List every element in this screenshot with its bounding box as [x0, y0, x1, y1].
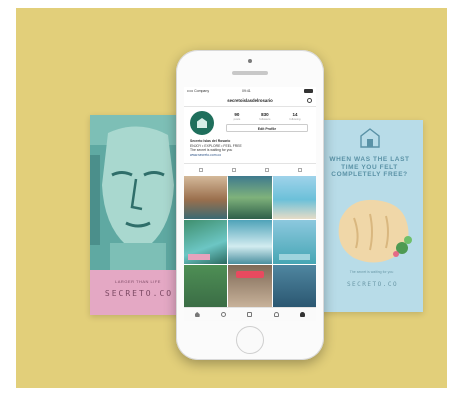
bottom-nav	[184, 307, 316, 321]
photo-thumbnail[interactable]	[272, 176, 316, 220]
avatar[interactable]	[190, 111, 214, 135]
profile-stats: 90 posts 830 followers 14 following	[224, 112, 310, 121]
photo-grid	[184, 176, 316, 308]
edit-profile-button[interactable]: Edit Profile	[226, 124, 308, 132]
stat-label: followers	[259, 117, 271, 121]
poster-brand: SECRETO.CO	[346, 281, 399, 288]
poster-question: WHEN WAS THE LAST TIME YOU FELT COMPLETE…	[329, 156, 410, 178]
camera-icon	[248, 59, 252, 63]
stat-posts[interactable]: 90 posts	[234, 112, 241, 121]
profile-icon[interactable]	[300, 312, 306, 317]
carrier-label: ••••• Company	[187, 89, 210, 93]
photo-thumbnail[interactable]	[184, 264, 228, 308]
photo-caption-band	[278, 253, 310, 260]
photo-caption-band	[188, 253, 210, 260]
add-post-icon[interactable]	[247, 312, 253, 317]
grid-view-icon[interactable]	[198, 168, 203, 172]
left-poster: LARGER THAN LIFE SECRETO.CO	[90, 115, 186, 315]
photo-thumbnail[interactable]	[228, 176, 272, 220]
tagged-icon[interactable]	[297, 168, 302, 172]
poster-tag: The secret is waiting for you	[349, 270, 394, 274]
house-logo-icon	[197, 118, 207, 128]
stat-label: following	[289, 117, 301, 121]
battery-icon	[304, 89, 313, 93]
stat-label: posts	[233, 117, 241, 121]
bio-link[interactable]: www.secreto.com.co	[190, 153, 310, 158]
photo-thumbnail[interactable]	[184, 220, 228, 264]
refresh-icon[interactable]	[307, 97, 312, 103]
notification-badge	[236, 270, 265, 278]
face-illustration	[90, 115, 186, 270]
stat-followers[interactable]: 830 followers	[259, 112, 270, 121]
photo-thumbnail[interactable]	[272, 264, 316, 308]
status-bar: ••••• Company 09:41	[184, 87, 316, 95]
poster-tagline: LARGER THAN LIFE	[115, 279, 161, 284]
profile-username: secretoislasdelrosario	[227, 98, 273, 103]
hand-illustration	[338, 199, 412, 263]
house-logo-icon	[360, 128, 380, 148]
speaker-grille	[232, 71, 268, 75]
smartphone: ••••• Company 09:41 secretoislasdelrosar…	[176, 50, 324, 360]
poster-brand: SECRETO.CO	[104, 289, 174, 298]
stat-following[interactable]: 14 following	[290, 112, 301, 121]
location-icon[interactable]	[264, 168, 269, 172]
right-poster: WHEN WAS THE LAST TIME YOU FELT COMPLETE…	[316, 120, 423, 312]
mockup-scene: LARGER THAN LIFE SECRETO.CO WHEN WAS THE…	[16, 8, 447, 388]
profile-header: secretoislasdelrosario	[184, 96, 316, 107]
photo-thumbnail[interactable]	[272, 220, 316, 264]
list-view-icon[interactable]	[231, 168, 236, 172]
home-button[interactable]	[236, 326, 264, 354]
heart-icon[interactable]	[273, 312, 279, 317]
home-icon[interactable]	[194, 312, 200, 317]
search-icon[interactable]	[221, 312, 227, 317]
phone-screen: ••••• Company 09:41 secretoislasdelrosar…	[184, 87, 316, 321]
photo-thumbnail[interactable]	[228, 264, 272, 308]
profile-bio: Secreto Islas del Rosario ENJOY • EXPLOR…	[190, 139, 310, 157]
photo-thumbnail[interactable]	[184, 176, 228, 220]
view-tabs	[184, 163, 316, 177]
clock-label: 09:41	[242, 89, 251, 93]
photo-thumbnail[interactable]	[228, 220, 272, 264]
